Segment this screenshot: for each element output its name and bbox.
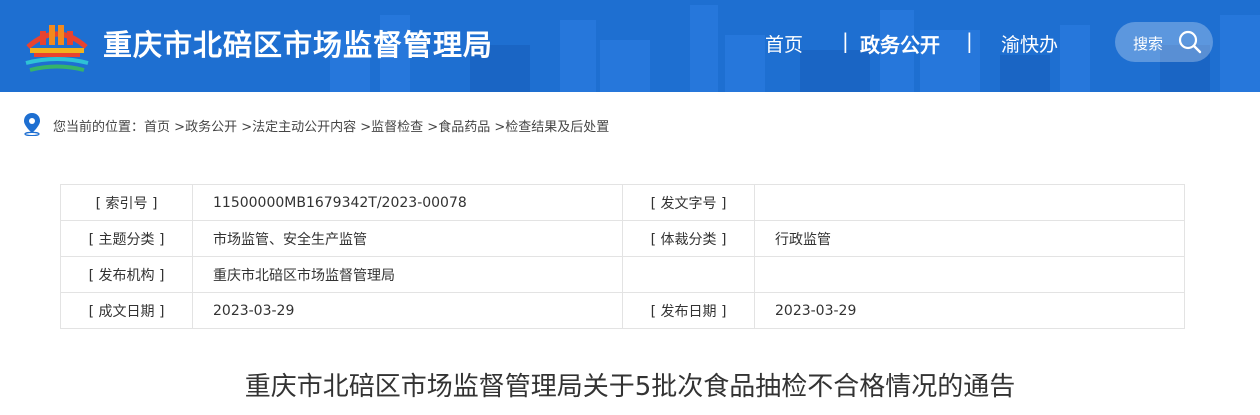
breadcrumb-separator: > [356,120,372,135]
meta-value: 11500000MB1679342T/2023-00078 [192,184,623,221]
meta-key: [ 体裁分类 ] [622,220,755,257]
meta-key: [ 发文字号 ] [622,184,755,221]
breadcrumb-item-home[interactable]: 首页 [144,120,170,135]
meta-value: 重庆市北碚区市场监督管理局 [192,256,623,293]
location-pin-icon [24,113,40,136]
meta-value [754,256,1185,293]
search-button[interactable]: 搜索 [1115,22,1213,62]
breadcrumb-trail: 您当前的位置：首页 >政务公开 >法定主动公开内容 >监督检查 >食品药品 >检… [53,116,609,135]
meta-value: 市场监管、安全生产监管 [192,220,623,257]
table-row: [ 索引号 ] 11500000MB1679342T/2023-00078 [ … [60,184,1185,221]
document-title: 重庆市北碚区市场监督管理局关于5批次食品抽检不合格情况的通告 [244,372,1016,402]
meta-key: [ 主题分类 ] [60,220,193,257]
search-label: 搜索 [1133,35,1164,53]
breadcrumb-separator: > [237,120,253,135]
table-row: [ 主题分类 ] 市场监管、安全生产监管 [ 体裁分类 ] 行政监管 [60,220,1185,257]
search-icon [1178,30,1202,54]
nav-separator: | [842,29,849,53]
nav-yukuaiban[interactable]: 渝快办 [1001,30,1058,57]
main-nav: 首页 | 政务公开 | 渝快办 [0,29,1260,60]
meta-key [622,256,755,293]
breadcrumb: 您当前的位置：首页 >政务公开 >法定主动公开内容 >监督检查 >食品药品 >检… [22,112,1222,136]
breadcrumb-separator: > [170,120,186,135]
meta-key: [ 索引号 ] [60,184,193,221]
table-row: [ 成文日期 ] 2023-03-29 [ 发布日期 ] 2023-03-29 [60,292,1185,329]
table-row: [ 发布机构 ] 重庆市北碚区市场监督管理局 [60,256,1185,293]
document-meta-table: [ 索引号 ] 11500000MB1679342T/2023-00078 [ … [60,184,1185,329]
breadcrumb-item-food-drug[interactable]: 食品药品 [438,120,490,135]
meta-key: [ 发布机构 ] [60,256,193,293]
breadcrumb-item-statutory[interactable]: 法定主动公开内容 [252,120,356,135]
meta-value: 2023-03-29 [192,292,623,329]
breadcrumb-prefix: 您当前的位置： [53,120,145,135]
breadcrumb-item-gov-affairs[interactable]: 政务公开 [185,120,237,135]
breadcrumb-separator: > [490,120,506,135]
meta-value [754,184,1185,221]
breadcrumb-item-results[interactable]: 检查结果及后处置 [505,120,609,135]
site-header: 重庆市北碚区市场监督管理局 首页 | 政务公开 | 渝快办 搜索 [0,0,1260,92]
meta-value: 行政监管 [754,220,1185,257]
meta-value: 2023-03-29 [754,292,1185,329]
nav-home[interactable]: 首页 [765,30,803,57]
meta-key: [ 成文日期 ] [60,292,193,329]
breadcrumb-separator: > [423,120,439,135]
nav-gov-affairs[interactable]: 政务公开 [860,29,940,58]
nav-separator: | [966,29,973,53]
meta-key: [ 发布日期 ] [622,292,755,329]
breadcrumb-item-inspection[interactable]: 监督检查 [371,120,423,135]
